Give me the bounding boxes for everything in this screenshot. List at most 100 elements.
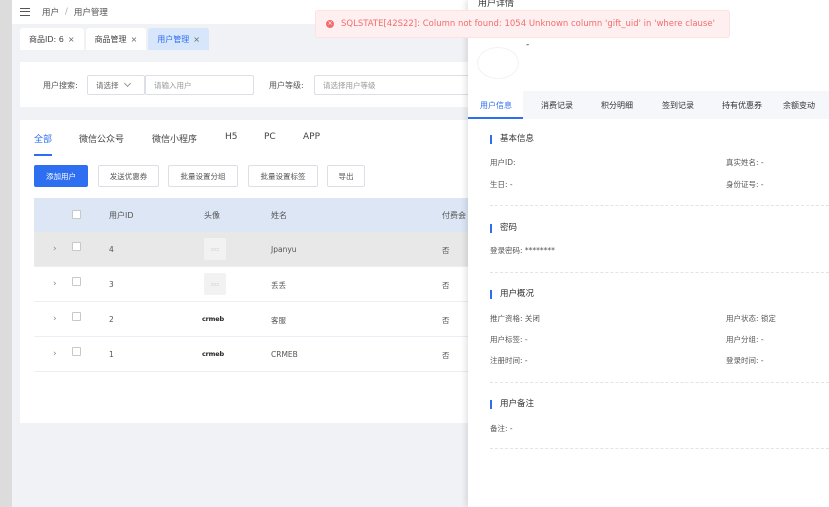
breadcrumb-separator: / — [65, 7, 68, 17]
header-paid: 付费会 — [442, 211, 466, 220]
breadcrumb-current: 用户管理 — [73, 8, 108, 18]
row-checkbox[interactable] — [72, 242, 81, 251]
search-label: 用户搜索: — [43, 81, 78, 90]
cell-user-id: 1 — [109, 350, 114, 359]
batch-group-button[interactable]: 批量设置分组 — [168, 165, 238, 187]
row-checkbox[interactable] — [72, 312, 81, 321]
field-user-group: 用户分组: - — [726, 335, 764, 344]
cell-user-id: 4 — [109, 245, 114, 254]
add-user-button[interactable]: 添加用户 — [34, 165, 88, 187]
field-id-card: 身份证号: - — [726, 180, 764, 189]
table-row[interactable]: › 1 crmeb CRMEB 否 — [34, 337, 480, 372]
breadcrumb-root[interactable]: 用户 — [42, 6, 59, 18]
tab-consumption[interactable]: 消费记录 — [541, 100, 573, 111]
tab-points[interactable]: 积分明细 — [601, 100, 633, 111]
filter-card: 用户搜索: 请选择 请输入用户 用户等级: 请选择用户等级 — [20, 62, 480, 107]
page-tab-product-id[interactable]: 商品ID: 6 × — [20, 28, 84, 50]
row-checkbox[interactable] — [72, 277, 81, 286]
section-divider — [490, 382, 829, 383]
close-icon[interactable]: × — [131, 35, 138, 44]
field-uid: 用户ID: — [490, 158, 516, 167]
cell-paid: 否 — [442, 246, 450, 255]
cell-user-id: 3 — [109, 280, 114, 289]
page-tab-label: 商品ID: 6 — [29, 34, 64, 44]
menu-icon[interactable] — [20, 8, 30, 16]
avatar-placeholder-icon: ▫▫ — [204, 238, 226, 260]
expand-icon[interactable]: › — [53, 279, 57, 289]
row-checkbox[interactable] — [72, 347, 81, 356]
send-coupon-button[interactable]: 发送优惠券 — [98, 165, 159, 187]
user-nickname: - — [526, 40, 530, 50]
drawer-title: 用户详情 — [478, 0, 515, 9]
tab-user-info[interactable]: 用户信息 — [480, 100, 512, 111]
field-user-status: 用户状态: 锁定 — [726, 314, 776, 323]
search-type-select[interactable]: 请选择 — [87, 75, 145, 95]
tab-active-indicator — [34, 154, 52, 156]
search-placeholder: 请输入用户 — [154, 80, 192, 90]
tab-signin[interactable]: 签到记录 — [662, 100, 694, 111]
cell-name: CRMEB — [271, 350, 298, 359]
table-header: 用户ID 头像 姓名 付费会 — [34, 198, 480, 232]
table-row[interactable]: › 2 crmeb 客服 否 — [34, 302, 480, 337]
section-divider — [490, 205, 829, 206]
field-login-time: 登录时间: - — [726, 356, 764, 365]
cell-paid: 否 — [442, 351, 450, 360]
cell-user-id: 2 — [109, 315, 114, 324]
header-user-id: 用户ID — [109, 211, 134, 220]
side-menu-strip — [0, 0, 12, 507]
cell-name: 客服 — [271, 316, 286, 325]
page-tab-label: 商品管理 — [94, 34, 127, 44]
level-placeholder: 请选择用户等级 — [323, 80, 376, 90]
field-remark: 备注: - — [490, 424, 513, 433]
search-input[interactable]: 请输入用户 — [145, 75, 254, 95]
user-avatar — [478, 48, 518, 78]
user-detail-drawer: 用户详情 - 用户信息 消费记录 积分明细 签到记录 持有优惠券 余额变动 基本… — [468, 0, 829, 507]
tab-coupons[interactable]: 持有优惠券 — [722, 100, 762, 111]
field-register-time: 注册时间: - — [490, 356, 528, 365]
batch-tag-button[interactable]: 批量设置标签 — [248, 165, 318, 187]
field-login-password: 登录密码: ******** — [490, 246, 555, 255]
section-overview-title: 用户概况 — [490, 290, 534, 299]
page-tab-label: 用户管理 — [157, 34, 190, 44]
field-birthday: 生日: - — [490, 180, 513, 189]
page-tab-product-manage[interactable]: 商品管理 × — [85, 28, 147, 50]
table-row[interactable]: › 4 ▫▫ Jpanyu 否 — [34, 232, 480, 267]
page-tab-user-manage[interactable]: 用户管理 × — [148, 28, 209, 50]
select-all-checkbox[interactable] — [72, 210, 81, 219]
cell-paid: 否 — [442, 316, 450, 325]
tab-balance[interactable]: 余额变动 — [783, 100, 815, 111]
section-remark-title: 用户备注 — [490, 400, 534, 409]
section-basic-title: 基本信息 — [490, 135, 534, 144]
close-icon[interactable]: × — [193, 35, 200, 44]
search-type-value: 请选择 — [96, 80, 119, 90]
avatar-placeholder-icon: ▫▫ — [204, 273, 226, 295]
level-label: 用户等级: — [269, 81, 304, 90]
drawer-tabs: 用户信息 消费记录 积分明细 签到记录 持有优惠券 余额变动 — [468, 91, 829, 119]
level-select[interactable]: 请选择用户等级 — [314, 75, 480, 95]
expand-icon[interactable]: › — [53, 244, 57, 254]
table-row[interactable]: › 3 ▫▫ 丢丢 否 — [34, 267, 480, 302]
tab-pc[interactable]: PC — [264, 132, 276, 142]
close-icon[interactable]: × — [68, 35, 75, 44]
header-avatar: 头像 — [204, 211, 220, 220]
tab-h5[interactable]: H5 — [225, 132, 238, 142]
cell-paid: 否 — [442, 281, 450, 290]
error-message: SQLSTATE[42S22]: Column not found: 1054 … — [341, 19, 715, 29]
expand-icon[interactable]: › — [53, 314, 57, 324]
crmeb-logo-icon: crmeb — [202, 315, 224, 323]
section-divider — [490, 272, 829, 273]
tab-app[interactable]: APP — [303, 132, 320, 142]
tab-wechat-miniprogram[interactable]: 微信小程序 — [152, 132, 197, 145]
tab-wechat-official[interactable]: 微信公众号 — [79, 132, 124, 145]
user-list-card: 全部 微信公众号 微信小程序 H5 PC APP 添加用户 发送优惠券 批量设置… — [20, 120, 480, 423]
chevron-down-icon — [123, 79, 131, 88]
export-button[interactable]: 导出 — [327, 165, 365, 187]
header-name: 姓名 — [271, 211, 287, 220]
crmeb-logo-icon: crmeb — [202, 350, 224, 358]
expand-icon[interactable]: › — [53, 349, 57, 359]
error-icon: × — [326, 20, 334, 28]
field-user-tag: 用户标签: - — [490, 335, 528, 344]
tab-all[interactable]: 全部 — [34, 132, 52, 145]
cell-name: 丢丢 — [271, 281, 286, 290]
field-promoter: 推广资格: 关闭 — [490, 314, 540, 323]
